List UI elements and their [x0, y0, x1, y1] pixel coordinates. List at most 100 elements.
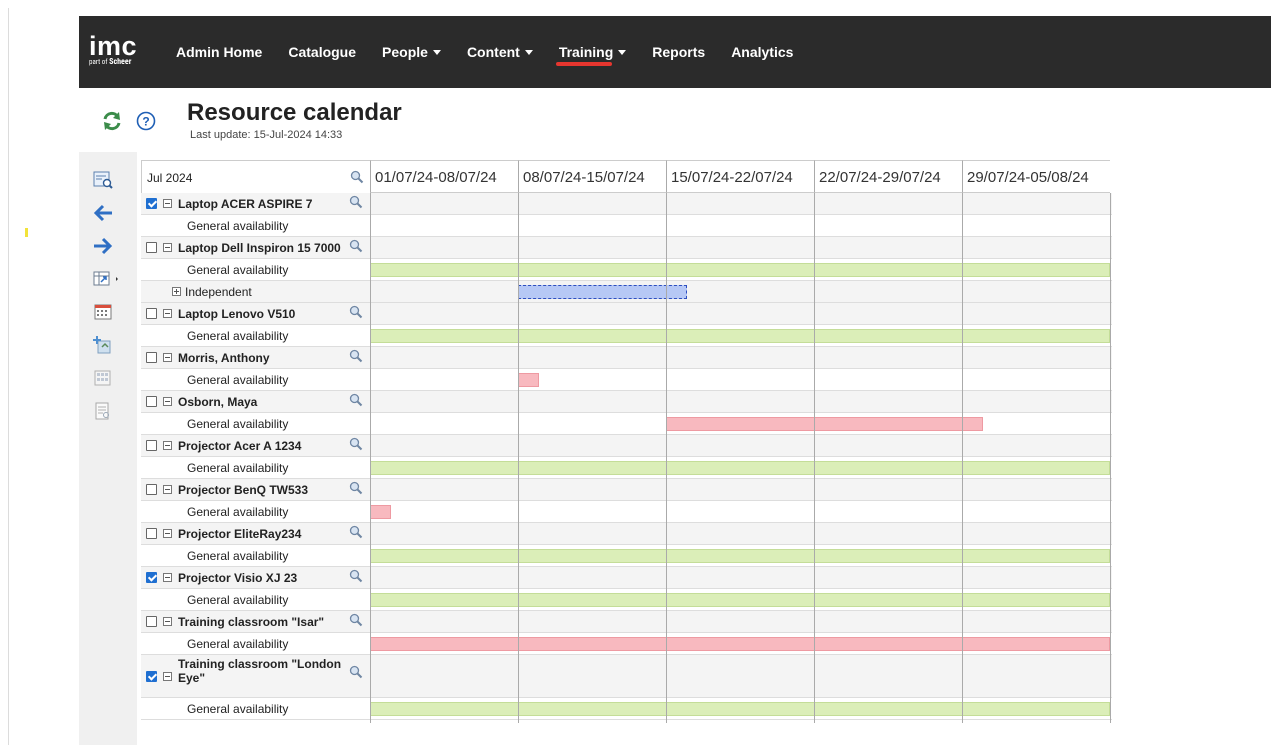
resource-name[interactable]: Laptop ACER ASPIRE 7: [178, 197, 312, 211]
resource-checkbox[interactable]: [146, 440, 157, 451]
week-header[interactable]: 01/07/24-08/07/24: [370, 160, 518, 193]
availability-label: General availability: [187, 219, 289, 233]
row-label-cell: General availability: [141, 413, 370, 434]
zoom-icon[interactable]: [349, 305, 363, 319]
resource-name[interactable]: Training classroom "Isar": [178, 615, 324, 629]
row-label-cell: General availability: [141, 589, 370, 610]
resource-name[interactable]: Osborn, Maya: [178, 395, 257, 409]
collapse-toggle-icon[interactable]: [163, 573, 172, 582]
collapse-toggle-icon[interactable]: [163, 529, 172, 538]
refresh-icon[interactable]: [101, 110, 123, 132]
report-icon[interactable]: [92, 401, 114, 421]
collapse-toggle-icon[interactable]: [163, 309, 172, 318]
arrow-right-icon[interactable]: [92, 236, 114, 256]
imc-logo[interactable]: imc part of Scheer: [89, 33, 149, 74]
week-header[interactable]: 22/07/24-29/07/24: [814, 160, 962, 193]
export-menu-icon[interactable]: [92, 269, 120, 289]
row-label-cell: General availability: [141, 633, 370, 654]
resource-name[interactable]: Projector EliteRay234: [178, 527, 301, 541]
left-toolbar: [79, 152, 137, 745]
availability-bar[interactable]: [370, 329, 1110, 343]
arrow-left-icon[interactable]: [92, 203, 114, 223]
nav-content[interactable]: Content: [467, 44, 533, 60]
resource-name[interactable]: Projector BenQ TW533: [178, 483, 308, 497]
chevron-down-icon: [618, 49, 627, 55]
zoom-icon[interactable]: [349, 349, 363, 363]
availability-row: General availability: [141, 413, 1112, 435]
availability-label: General availability: [187, 263, 289, 277]
nav-admin-home[interactable]: Admin Home: [176, 44, 262, 60]
resource-checkbox[interactable]: [146, 242, 157, 253]
week-header[interactable]: 15/07/24-22/07/24: [666, 160, 814, 193]
collapse-toggle-icon[interactable]: [163, 199, 172, 208]
zoom-icon[interactable]: [349, 569, 363, 583]
resource-checkbox[interactable]: [146, 352, 157, 363]
zoom-icon[interactable]: [349, 481, 363, 495]
zoom-icon[interactable]: [349, 665, 363, 679]
nav-label: Reports: [652, 44, 706, 60]
nav-analytics[interactable]: Analytics: [731, 44, 793, 60]
row-label-cell: Morris, Anthony: [141, 347, 370, 368]
nav-catalogue[interactable]: Catalogue: [288, 44, 356, 60]
unavailable-bar[interactable]: [370, 505, 391, 519]
row-label-cell: Training classroom "London Eye": [141, 655, 370, 697]
grid-icon[interactable]: [92, 368, 114, 388]
week-header[interactable]: 08/07/24-15/07/24: [518, 160, 666, 193]
availability-row: General availability: [141, 698, 1112, 720]
collapse-toggle-icon[interactable]: [163, 243, 172, 252]
help-icon[interactable]: ?: [136, 111, 156, 131]
expand-toggle-icon[interactable]: [172, 287, 181, 296]
zoom-icon[interactable]: [349, 437, 363, 451]
collapse-toggle-icon[interactable]: [163, 397, 172, 406]
collapse-toggle-icon[interactable]: [163, 353, 172, 362]
zoom-icon[interactable]: [350, 170, 364, 184]
resource-checkbox[interactable]: [146, 308, 157, 319]
resource-row: Projector Acer A 1234: [141, 435, 1112, 457]
zoom-icon[interactable]: [349, 239, 363, 253]
resource-checkbox[interactable]: [146, 616, 157, 627]
zoom-icon[interactable]: [349, 613, 363, 627]
resource-checkbox[interactable]: [146, 572, 157, 583]
row-label-cell: General availability: [141, 501, 370, 522]
resource-checkbox[interactable]: [146, 484, 157, 495]
resource-row: Morris, Anthony: [141, 347, 1112, 369]
collapse-toggle-icon[interactable]: [163, 441, 172, 450]
unavailable-bar[interactable]: [518, 373, 539, 387]
resource-checkbox[interactable]: [146, 396, 157, 407]
booking-bar[interactable]: [518, 285, 687, 299]
collapse-toggle-icon[interactable]: [163, 485, 172, 494]
zoom-icon[interactable]: [349, 393, 363, 407]
resource-checkbox[interactable]: [146, 528, 157, 539]
availability-label: General availability: [187, 637, 289, 651]
resource-checkbox[interactable]: [146, 671, 157, 682]
zoom-icon[interactable]: [349, 195, 363, 209]
resource-name[interactable]: Projector Visio XJ 23: [178, 571, 297, 585]
nav-training[interactable]: Training: [555, 44, 627, 66]
availability-bar[interactable]: [370, 593, 1110, 607]
nav-people[interactable]: People: [382, 44, 441, 60]
resource-name[interactable]: Morris, Anthony: [178, 351, 270, 365]
collapse-toggle-icon[interactable]: [163, 617, 172, 626]
resource-row: Laptop ACER ASPIRE 7: [141, 193, 1112, 215]
zoom-document-icon[interactable]: [92, 170, 114, 190]
resource-name[interactable]: Training classroom "London Eye": [178, 657, 343, 685]
availability-bar[interactable]: [370, 549, 1110, 563]
availability-bar[interactable]: [370, 702, 1110, 716]
resource-name[interactable]: Projector Acer A 1234: [178, 439, 301, 453]
nav-label: Content: [466, 44, 520, 60]
unavailable-bar[interactable]: [666, 417, 983, 431]
week-header[interactable]: 29/07/24-05/08/24: [962, 160, 1110, 193]
resource-checkbox[interactable]: [146, 198, 157, 209]
add-resource-icon[interactable]: [92, 335, 114, 355]
availability-bar[interactable]: [370, 461, 1110, 475]
nav-reports[interactable]: Reports: [652, 44, 705, 60]
collapse-toggle-icon[interactable]: [163, 672, 172, 681]
calendar-icon[interactable]: [92, 302, 114, 322]
resource-row: Projector BenQ TW533: [141, 479, 1112, 501]
resource-name[interactable]: Laptop Dell Inspiron 15 7000: [178, 241, 341, 255]
availability-bar[interactable]: [370, 263, 1110, 277]
zoom-icon[interactable]: [349, 525, 363, 539]
unavailable-bar[interactable]: [370, 637, 1110, 651]
resource-name[interactable]: Laptop Lenovo V510: [178, 307, 295, 321]
availability-row: General availability: [141, 545, 1112, 567]
